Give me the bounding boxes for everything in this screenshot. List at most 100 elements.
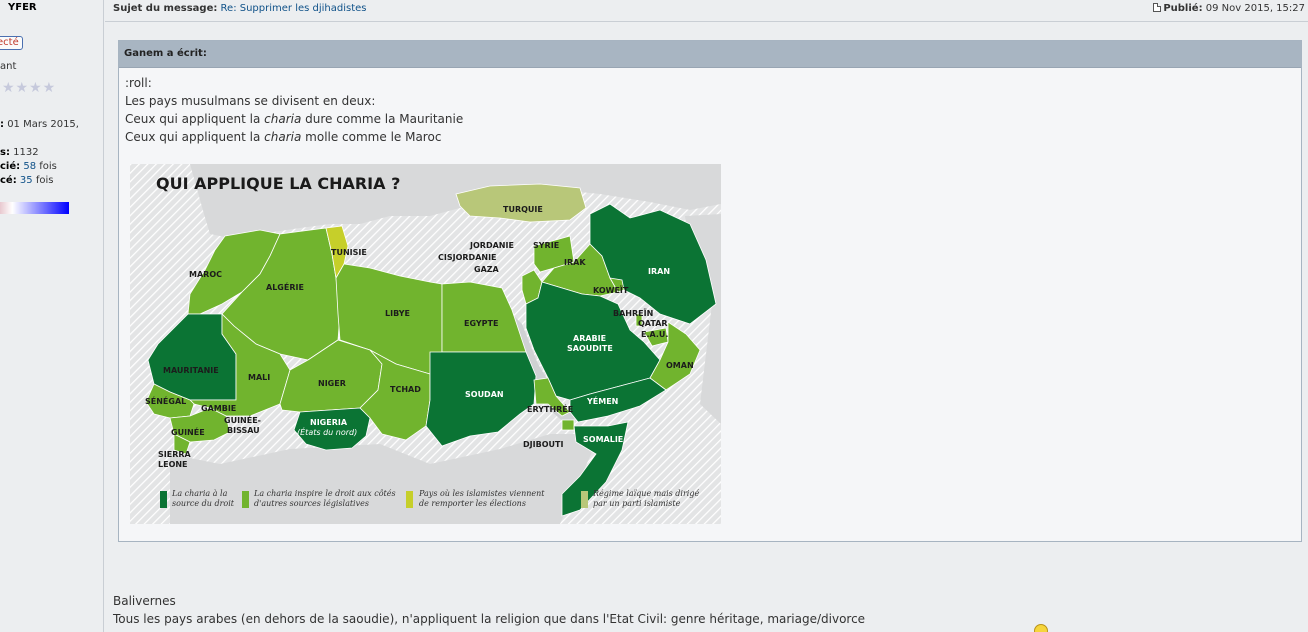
subject-label: Sujet du message: [113, 3, 218, 14]
country-turquie [455, 183, 587, 223]
legend-swatch-yellow [406, 491, 413, 508]
posts-info: s: 1132 [0, 147, 39, 158]
poster-name[interactable]: YFER [8, 2, 37, 13]
label-somalie: SOMALIE [583, 435, 624, 444]
label-arabie-1: ARABIE [573, 334, 607, 343]
post-document-icon[interactable] [1153, 3, 1162, 12]
legend-swatch-medium [242, 491, 249, 508]
legend-item-4: Régime laïque mais dirigé par un parti is… [593, 489, 699, 509]
label-tunisie: TUNISIE [331, 248, 367, 257]
post-header: Sujet du message: Re: Supprimer les djih… [105, 0, 1308, 22]
label-yemen: YÉMEN [587, 397, 619, 406]
legend-text: Régime laïque mais dirigé [593, 489, 700, 498]
label-soudan: SOUDAN [465, 390, 504, 399]
map-title: QUI APPLIQUE LA CHARIA ? [156, 174, 401, 193]
legend-text: d'autres sources législatives [254, 499, 369, 508]
legend-swatch-turkey [581, 491, 588, 508]
quote-line: Ceux qui appliquent la charia dure comme… [125, 110, 1301, 128]
label-maroc: MAROC [189, 270, 222, 279]
charia-map-image: QUI APPLIQUE LA CHARIA ? TURQUIE TUNISIE… [130, 164, 721, 524]
post-subject: Sujet du message: Re: Supprimer les djih… [113, 3, 367, 14]
thanked-label: cié: [0, 161, 21, 172]
label-iran: IRAN [648, 267, 671, 276]
quote-italic-text: charia [264, 130, 302, 144]
label-gaza: GAZA [474, 265, 499, 274]
quote-line: :roll: [125, 76, 152, 90]
reply-line: Tous les pays arabes (en dehors de la sa… [113, 612, 866, 626]
label-qatar: QATAR [638, 319, 668, 328]
label-djibouti: DJIBOUTI [523, 440, 564, 449]
quote-line: Les pays musulmans se divisent en deux: [125, 94, 376, 108]
quote-block: Ganem a écrit: :roll: Les pays musulmans… [118, 40, 1302, 542]
label-guinee: GUINÉE [171, 428, 205, 437]
label-niger: NIGER [318, 379, 346, 388]
legend-text: La charia à la [172, 489, 228, 498]
published-label: Publié: [1163, 3, 1203, 14]
online-status-badge: ecté [0, 36, 23, 50]
quote-italic-text: charia [264, 112, 302, 126]
quote-text: dure comme la Mauritanie [301, 112, 464, 126]
label-egypte: EGYPTE [464, 319, 499, 328]
reply-line: Balivernes [113, 594, 176, 608]
country-soudan [425, 351, 537, 447]
label-jordanie: JORDANIE [470, 241, 514, 250]
subject-link[interactable]: Re: Supprimer les djihadistes [221, 3, 367, 14]
label-nigeria-1: NIGERIA [310, 418, 348, 427]
thanked-suffix: fois [39, 161, 57, 172]
label-nigeria-2: (États du nord) [297, 428, 358, 437]
label-erythree: ERYTHRÉE [527, 405, 574, 414]
quote-line: Ceux qui appliquent la charia molle comm… [125, 128, 1301, 146]
label-guinee-bissau-1: GUINÉE- [224, 416, 261, 425]
legend-text: par un parti islamiste [593, 499, 681, 508]
label-mali: MALI [248, 373, 271, 382]
poster-profile: YFER ecté ant ★★★★ : 01 Mars 2015, s: 11… [0, 0, 104, 632]
label-irak: IRAK [564, 258, 586, 267]
label-gambie: GAMBIE [201, 404, 237, 413]
joined-label: : [0, 119, 4, 130]
label-sierra-1: SIERRA [158, 450, 191, 459]
poster-rank: ant [0, 61, 17, 72]
published-date: 09 Nov 2015, 15:27 [1205, 3, 1305, 14]
posts-value: 1132 [13, 147, 39, 158]
legend-text: Pays où les islamistes viennent [419, 489, 545, 498]
label-libye: LIBYE [385, 309, 410, 318]
post-published: Publié: 09 Nov 2015, 15:27 [1153, 3, 1305, 14]
label-oman: OMAN [666, 361, 694, 370]
posts-label: s: [0, 147, 10, 158]
label-cisjordanie: CISJORDANIE [438, 253, 497, 262]
country-djibouti [561, 419, 575, 431]
legend-item-1: La charia à la source du droit [172, 489, 234, 509]
label-koweit: KOWEÏT [593, 286, 629, 295]
label-senegal: SÉNÉGAL [145, 397, 187, 406]
legend-item-3: Pays où les islamistes viennent de rempor… [419, 489, 544, 509]
label-bahrein: BAHREÏN [613, 309, 654, 318]
country-egypte [441, 281, 527, 353]
quote-author: Ganem a écrit: [119, 41, 1301, 68]
legend-text: La charia inspire le droit aux côtés [254, 489, 396, 498]
been-thanked-label: cé: [0, 175, 17, 186]
quote-text: Ceux qui appliquent la [125, 130, 265, 144]
joined-value: 01 Mars 2015, [7, 119, 79, 130]
quote-text: Ceux qui appliquent la [125, 112, 265, 126]
label-sierra-2: LEONE [158, 460, 188, 469]
label-turquie: TURQUIE [503, 205, 543, 214]
reply-text: Balivernes Tous les pays arabes (en deho… [113, 592, 865, 628]
smiley-icon [1034, 624, 1048, 632]
reputation-bar [0, 202, 69, 214]
label-arabie-2: SAOUDITE [567, 344, 613, 353]
joined-info: : 01 Mars 2015, [0, 119, 79, 130]
been-thanked-suffix: fois [35, 175, 54, 186]
thanked-info: cié: 58 fois [0, 161, 57, 172]
been-thanked-info: cé: 35 fois [0, 175, 53, 186]
label-mauritanie: MAURITANIE [163, 366, 219, 375]
thanked-count-link[interactable]: 58 [23, 161, 36, 172]
legend-swatch-dark [160, 491, 167, 508]
countries-layer [145, 183, 717, 517]
quote-text: molle comme le Maroc [301, 130, 442, 144]
rank-stars: ★★★★ [2, 80, 57, 96]
legend-item-2: La charia inspire le droit aux côtés d'au… [254, 489, 396, 509]
label-syrie: SYRIE [533, 241, 560, 250]
legend-text: source du droit [172, 499, 235, 508]
label-guinee-bissau-2: BISSAU [227, 426, 260, 435]
been-thanked-count-link[interactable]: 35 [20, 175, 33, 186]
